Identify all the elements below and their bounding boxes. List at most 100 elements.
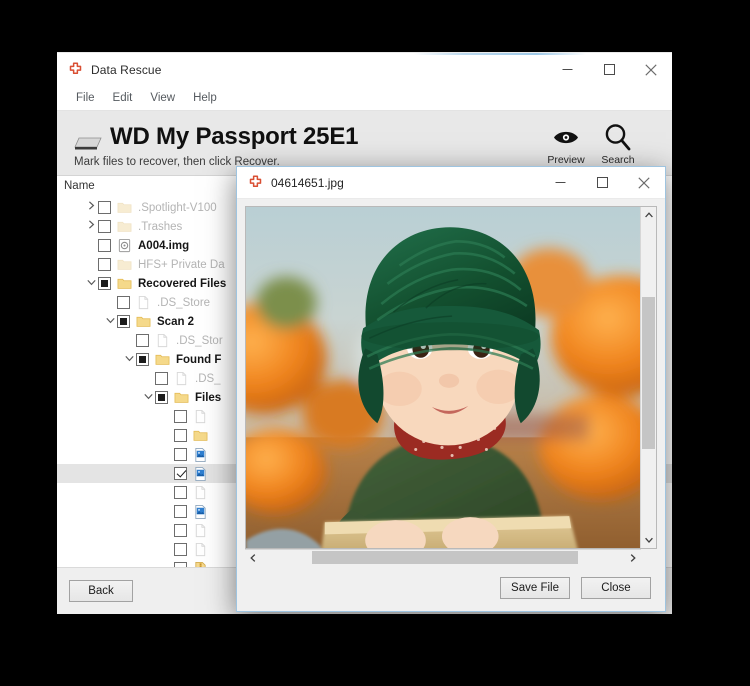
file-dim-icon <box>193 523 214 538</box>
menu-edit[interactable]: Edit <box>104 90 142 106</box>
row-checkbox[interactable] <box>117 296 130 309</box>
magnifier-icon <box>594 121 642 153</box>
window-controls <box>546 53 672 86</box>
folder-icon <box>117 276 138 291</box>
row-label: Files <box>195 392 221 404</box>
vertical-scroll-thumb[interactable] <box>642 297 655 448</box>
folder-dim-icon <box>117 200 138 215</box>
preview-tool-label: Preview <box>542 154 590 166</box>
row-label: .DS_Store <box>157 297 210 309</box>
jpg-icon <box>193 447 214 462</box>
row-checkbox[interactable] <box>98 258 111 271</box>
folder-icon <box>136 314 157 329</box>
folder-icon <box>174 390 195 405</box>
maximize-icon <box>604 64 615 75</box>
row-checkbox[interactable] <box>174 505 187 518</box>
close-button[interactable] <box>630 53 672 86</box>
image-frame <box>245 206 657 549</box>
chevron-down-icon[interactable] <box>641 532 657 548</box>
image-vertical-scrollbar[interactable] <box>640 207 656 548</box>
menubar: File Edit View Help <box>57 86 672 111</box>
row-label: Scan 2 <box>157 316 194 328</box>
file-dim-icon <box>193 485 214 500</box>
row-checkbox[interactable] <box>174 486 187 499</box>
row-checkbox[interactable] <box>174 543 187 556</box>
file-dim-icon <box>174 371 195 386</box>
chevron-down-icon[interactable] <box>123 350 136 369</box>
image-horizontal-scrollbar[interactable] <box>245 549 641 565</box>
chevron-right-icon[interactable] <box>85 198 98 217</box>
row-label: HFS+ Private Da <box>138 259 225 271</box>
minimize-button[interactable] <box>546 53 588 86</box>
row-checkbox[interactable] <box>155 372 168 385</box>
horizontal-scroll-track[interactable] <box>261 550 625 565</box>
folder-dim-icon <box>117 257 138 272</box>
back-button[interactable]: Back <box>69 580 133 602</box>
horizontal-scrollbar-wrapper <box>245 549 657 565</box>
maximize-button[interactable] <box>588 53 630 86</box>
row-checkbox[interactable] <box>117 315 130 328</box>
file-dim-icon <box>193 409 214 424</box>
row-checkbox[interactable] <box>98 239 111 252</box>
external-drive-icon <box>74 135 102 151</box>
folder-dim-icon <box>117 219 138 234</box>
preview-photo <box>246 207 640 548</box>
dialog-maximize-button[interactable] <box>581 166 623 199</box>
close-icon <box>645 64 657 76</box>
menu-help[interactable]: Help <box>184 90 226 106</box>
eye-icon <box>542 121 590 153</box>
save-file-button[interactable]: Save File <box>500 577 570 599</box>
row-label: A004.img <box>138 240 189 252</box>
chevron-down-icon[interactable] <box>142 388 155 407</box>
row-label: .Spotlight-V100 <box>138 202 217 214</box>
chevron-right-icon[interactable] <box>85 217 98 236</box>
row-checkbox[interactable] <box>136 334 149 347</box>
vertical-scroll-track[interactable] <box>641 223 656 532</box>
search-tool-label: Search <box>594 154 642 166</box>
dialog-close-button[interactable] <box>623 166 665 199</box>
dialog-title: 04614651.jpg <box>271 176 344 190</box>
close-dialog-button[interactable]: Close <box>581 577 651 599</box>
menu-view[interactable]: View <box>141 90 184 106</box>
page-title: WD My Passport 25E1 <box>110 123 358 151</box>
row-checkbox[interactable] <box>174 410 187 423</box>
dialog-window-controls <box>539 166 665 199</box>
scrollbar-corner <box>641 549 657 565</box>
jpg-icon <box>193 466 214 481</box>
dialog-body <box>237 199 665 565</box>
row-checkbox[interactable] <box>98 201 111 214</box>
row-checkbox[interactable] <box>174 467 187 480</box>
titlebar-accent-line <box>57 53 672 55</box>
row-checkbox[interactable] <box>174 562 187 568</box>
image-viewport <box>246 207 640 548</box>
row-checkbox[interactable] <box>98 277 111 290</box>
row-checkbox[interactable] <box>174 448 187 461</box>
chevron-right-icon[interactable] <box>625 550 641 566</box>
row-label: Recovered Files <box>138 278 226 290</box>
chevron-down-icon[interactable] <box>104 312 117 331</box>
disk-icon <box>117 238 138 253</box>
row-checkbox[interactable] <box>98 220 111 233</box>
horizontal-scroll-thumb[interactable] <box>312 551 578 564</box>
chevron-down-icon[interactable] <box>85 274 98 293</box>
zip-icon <box>193 561 214 568</box>
minimize-icon <box>555 177 566 188</box>
minimize-icon <box>562 64 573 75</box>
menu-file[interactable]: File <box>67 90 104 106</box>
row-checkbox[interactable] <box>174 429 187 442</box>
row-checkbox[interactable] <box>155 391 168 404</box>
chevron-left-icon[interactable] <box>245 550 261 566</box>
row-checkbox[interactable] <box>174 524 187 537</box>
red-cross-icon <box>248 175 263 190</box>
search-tool-button[interactable]: Search <box>594 121 642 166</box>
row-label: Found F <box>176 354 221 366</box>
dialog-footer: Save File Close <box>237 565 665 611</box>
row-checkbox[interactable] <box>136 353 149 366</box>
dialog-titlebar: 04614651.jpg <box>237 167 665 199</box>
dialog-minimize-button[interactable] <box>539 166 581 199</box>
folder-icon <box>193 428 214 443</box>
chevron-up-icon[interactable] <box>641 207 657 223</box>
maximize-icon <box>597 177 608 188</box>
row-label: .DS_Stor <box>176 335 223 347</box>
preview-tool-button[interactable]: Preview <box>542 121 590 166</box>
